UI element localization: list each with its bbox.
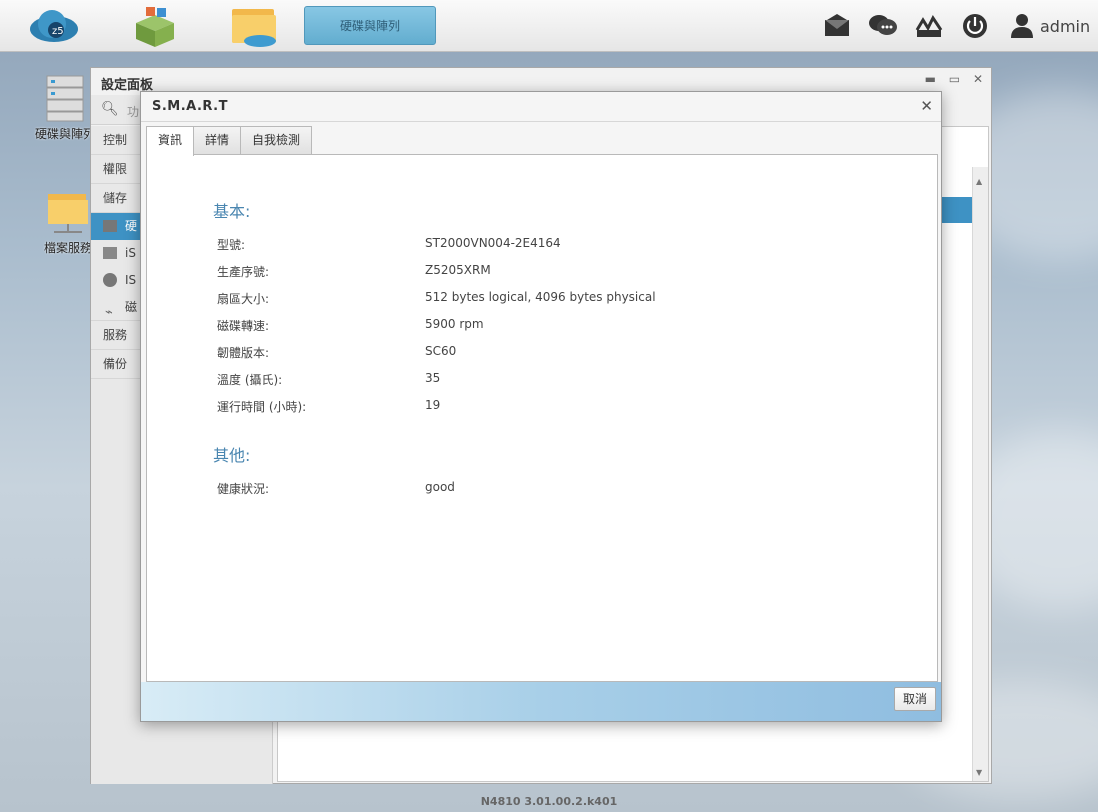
title-divider bbox=[141, 121, 941, 122]
other-section-title: 其他: bbox=[213, 446, 251, 465]
disk-icon bbox=[103, 220, 117, 232]
power-on-hours-value: 19 bbox=[425, 398, 441, 412]
tab-details[interactable]: 詳情 bbox=[193, 126, 241, 155]
broom-icon: ⌁ bbox=[105, 305, 113, 320]
sidebar-item-label: IS bbox=[125, 273, 137, 287]
model-label: 型號: bbox=[217, 238, 246, 252]
svg-text:z5: z5 bbox=[52, 26, 64, 37]
firmware-value: SC60 bbox=[425, 344, 457, 358]
folder-icon[interactable] bbox=[230, 5, 280, 47]
cloud-icon[interactable]: z5 bbox=[28, 5, 78, 47]
health-value: good bbox=[425, 480, 455, 494]
sector-size-value: 512 bytes logical, 4096 bytes physical bbox=[425, 290, 656, 304]
active-app-tab[interactable]: 硬碟與陣列 bbox=[304, 6, 436, 45]
smart-dialog: S.M.A.R.T ✕ 資訊 詳情 自我檢測 基本: 型號: ST2000VN0… bbox=[140, 91, 942, 722]
rpm-value: 5900 rpm bbox=[425, 317, 484, 331]
dialog-footer: 取消 bbox=[141, 682, 941, 721]
app-package-icon[interactable] bbox=[130, 5, 180, 47]
scroll-down-icon[interactable]: ▼ bbox=[976, 768, 982, 777]
tab-self-test[interactable]: 自我檢測 bbox=[240, 126, 312, 155]
scrollbar[interactable]: ▲ ▼ bbox=[972, 167, 988, 781]
username-label[interactable]: admin bbox=[1040, 17, 1090, 36]
search-input[interactable]: 功 bbox=[127, 103, 139, 120]
chat-icon[interactable] bbox=[868, 12, 897, 40]
scroll-up-icon[interactable]: ▲ bbox=[976, 177, 982, 186]
maximize-icon[interactable]: ▭ bbox=[949, 72, 960, 86]
info-panel: 基本: 型號: ST2000VN004-2E4164 生產序號: Z5205XR… bbox=[146, 154, 938, 682]
temperature-label: 溫度 (攝氏): bbox=[217, 373, 283, 387]
serial-value: Z5205XRM bbox=[425, 263, 491, 277]
firmware-label: 韌體版本: bbox=[217, 346, 270, 360]
health-label: 健康狀況: bbox=[217, 482, 270, 496]
server-icon bbox=[103, 247, 117, 259]
model-value: ST2000VN004-2E4164 bbox=[425, 236, 561, 250]
temperature-value: 35 bbox=[425, 371, 441, 385]
power-on-hours-label: 運行時間 (小時): bbox=[217, 400, 307, 414]
disc-icon bbox=[103, 273, 117, 287]
cancel-button[interactable]: 取消 bbox=[894, 687, 936, 711]
sector-size-label: 扇區大小: bbox=[217, 292, 270, 306]
sidebar-item-label: 硬 bbox=[125, 219, 138, 233]
taskbar: z5 硬碟與陣列 admin bbox=[0, 0, 1098, 52]
search-icon: 🔍︎ bbox=[101, 101, 119, 117]
firmware-version: N4810 3.01.00.2.k401 bbox=[480, 795, 618, 808]
monitor-icon[interactable] bbox=[915, 12, 943, 40]
dialog-title: S.M.A.R.T bbox=[152, 99, 228, 114]
power-icon[interactable] bbox=[961, 12, 989, 40]
tab-info[interactable]: 資訊 bbox=[146, 126, 194, 156]
minimize-icon[interactable]: ▬ bbox=[925, 72, 936, 86]
window-controls: ▬ ▭ ✕ bbox=[916, 72, 983, 86]
serial-label: 生產序號: bbox=[217, 265, 270, 279]
rpm-label: 磁碟轉速: bbox=[217, 319, 270, 333]
mail-icon[interactable] bbox=[823, 12, 851, 40]
close-icon[interactable]: ✕ bbox=[920, 97, 933, 115]
sidebar-item-label: iS bbox=[125, 246, 136, 260]
user-icon[interactable] bbox=[1008, 12, 1036, 40]
file-service-icon bbox=[48, 194, 88, 233]
sidebar-item-label: 磁 bbox=[125, 300, 138, 314]
basic-section-title: 基本: bbox=[213, 202, 251, 221]
disk-array-icon bbox=[46, 75, 84, 122]
close-icon[interactable]: ✕ bbox=[973, 72, 983, 86]
